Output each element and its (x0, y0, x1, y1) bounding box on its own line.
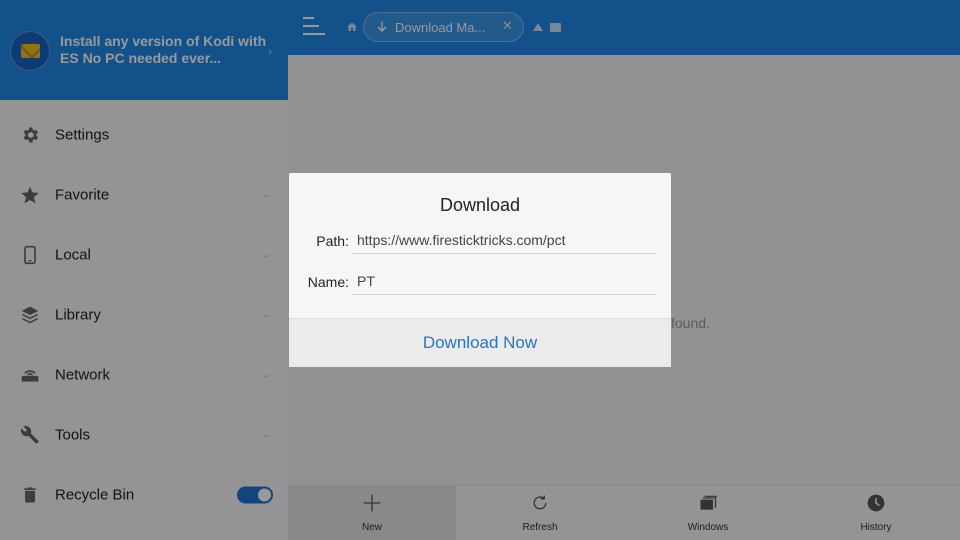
download-now-button[interactable]: Download Now (289, 318, 671, 367)
path-field[interactable]: https://www.firesticktricks.com/pct (352, 230, 656, 254)
path-label: Path: (316, 233, 349, 249)
dialog-title: Download (439, 195, 521, 215)
name-label: Name: (307, 274, 349, 290)
name-field[interactable]: PT (352, 271, 656, 295)
download-now-label: Download Now (422, 333, 538, 352)
download-dialog: Download Path: https://www.firesticktric… (289, 173, 671, 367)
